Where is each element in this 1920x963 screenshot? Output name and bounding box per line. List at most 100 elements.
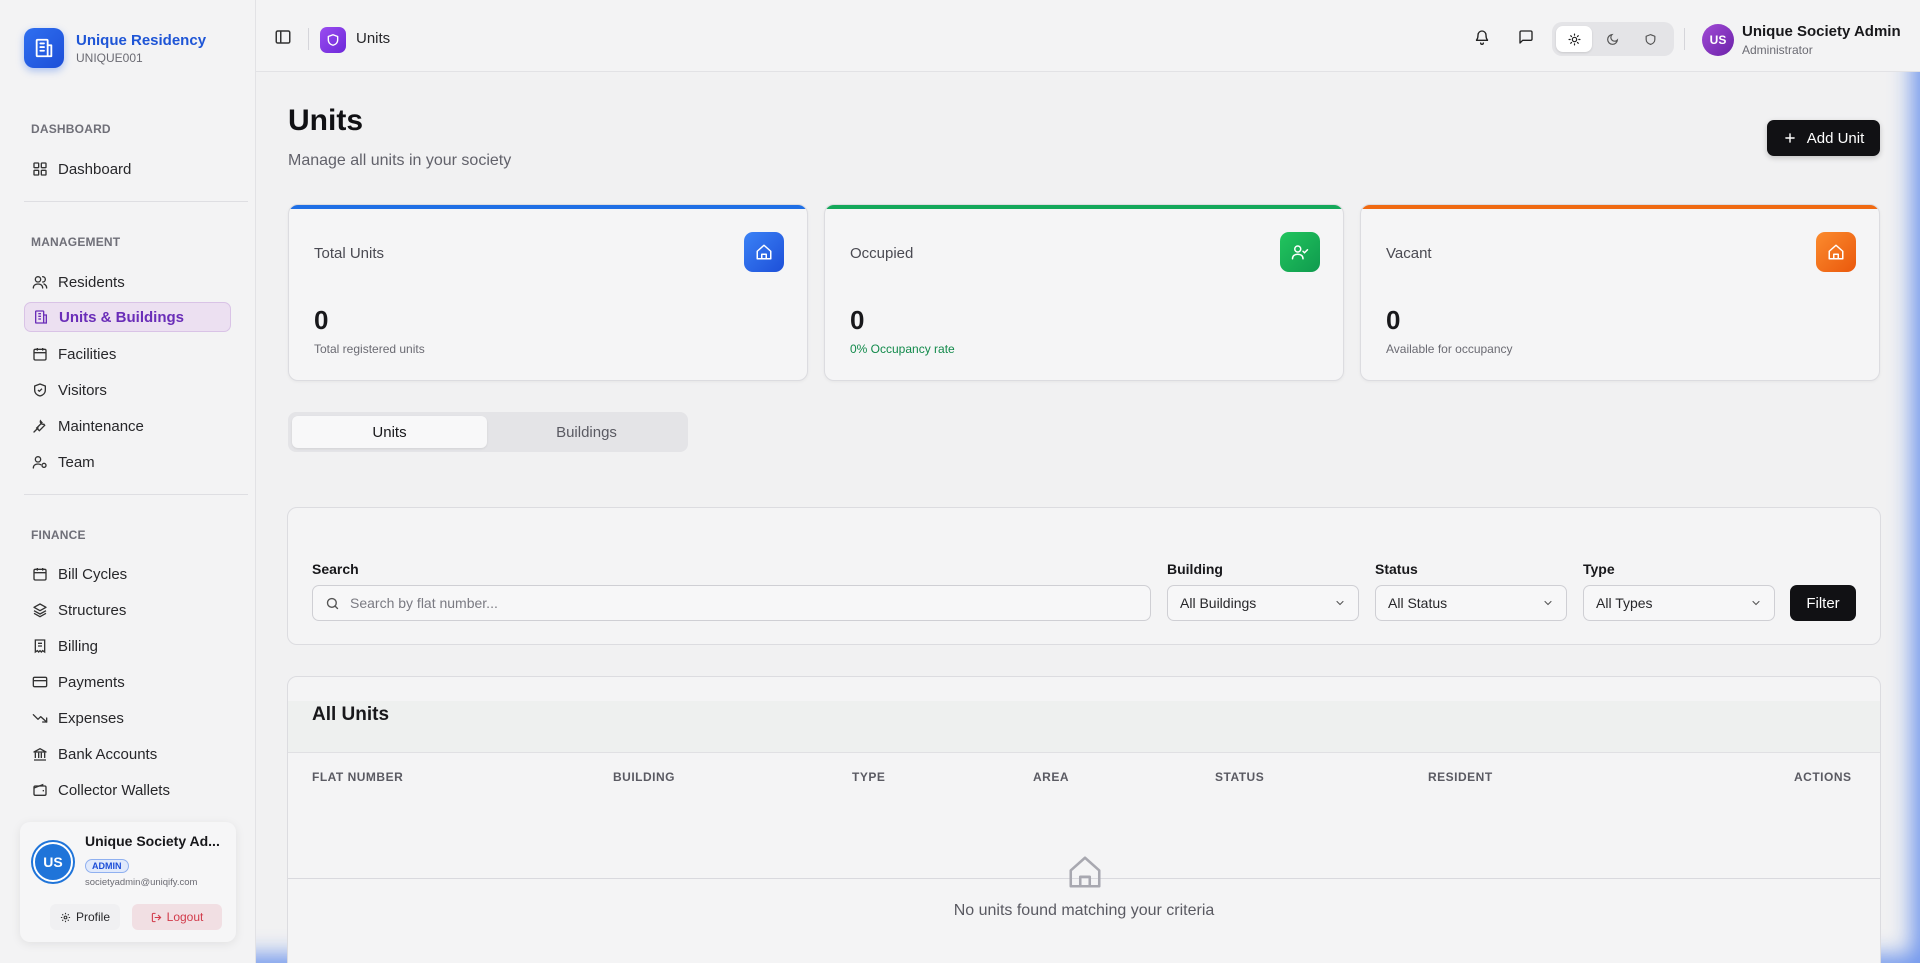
stat-label: Total Units	[314, 245, 385, 262]
building-select[interactable]: All Buildings	[1167, 585, 1359, 621]
moon-icon	[1606, 33, 1618, 45]
sidebar-item-payments[interactable]: Payments	[24, 667, 231, 697]
avatar[interactable]: US	[1702, 24, 1734, 56]
messages-button[interactable]	[1518, 29, 1534, 50]
column-header[interactable]: FLAT NUMBER	[312, 770, 403, 784]
building-icon	[35, 310, 47, 324]
stat-label: Vacant	[1386, 245, 1432, 262]
sidebar-item-label: Bill Cycles	[58, 565, 128, 583]
stat-note: 0% Occupancy rate	[850, 342, 955, 356]
receipt-icon	[34, 639, 46, 654]
topbar-divider	[308, 28, 309, 50]
shield-theme-button[interactable]	[1632, 26, 1668, 52]
nav-section-management: MANAGEMENT	[31, 235, 121, 249]
brand-code: UNIQUE001	[76, 50, 143, 65]
sidebar-item-residents[interactable]: Residents	[24, 267, 231, 297]
topbar-user-role: Administrator	[1742, 43, 1813, 57]
stat-card-vacant: Vacant 0 Available for occupancy	[1360, 204, 1880, 381]
logout-button[interactable]: Logout	[132, 904, 222, 930]
add-unit-button[interactable]: Add Unit	[1767, 120, 1880, 156]
sidebar-item-label: Facilities	[58, 345, 117, 363]
sidebar-item-label: Maintenance	[58, 417, 144, 435]
sidebar-item-units-buildings[interactable]: Units & Buildings	[24, 302, 231, 332]
column-header[interactable]: TYPE	[852, 770, 885, 784]
role-badge: ADMIN	[85, 859, 129, 873]
tab-buildings[interactable]: Buildings	[489, 416, 684, 448]
stat-note: Available for occupancy	[1386, 342, 1513, 356]
empty-home-icon	[1066, 853, 1104, 896]
calendar-icon	[33, 568, 47, 581]
stat-value: 0	[314, 305, 329, 335]
stat-value: 0	[850, 305, 865, 335]
tab-units[interactable]: Units	[292, 416, 487, 448]
sidebar-item-label: Residents	[58, 273, 125, 291]
add-unit-label: Add Unit	[1806, 129, 1865, 147]
topbar-user-name[interactable]: Unique Society Admin	[1742, 23, 1901, 40]
layers-icon	[33, 603, 47, 618]
sidebar-item-maintenance[interactable]: Maintenance	[24, 411, 231, 441]
status-select[interactable]: All Status	[1375, 585, 1567, 621]
sidebar-item-bank-accounts[interactable]: Bank Accounts	[24, 739, 231, 769]
sidebar-item-bill-cycles[interactable]: Bill Cycles	[24, 559, 231, 589]
sidebar-item-label: Billing	[58, 637, 99, 655]
profile-button[interactable]: Profile	[50, 904, 120, 930]
page-subtitle: Manage all units in your society	[288, 152, 512, 169]
user-card: US Unique Society Ad... ADMIN societyadm…	[20, 822, 236, 942]
sidebar-item-label: Visitors	[58, 381, 107, 399]
brand[interactable]: Unique Residency UNIQUE001	[24, 28, 206, 68]
column-header[interactable]: BUILDING	[613, 770, 675, 784]
sidebar-item-structures[interactable]: Structures	[24, 595, 231, 625]
sidebar-item-facilities[interactable]: Facilities	[24, 339, 231, 369]
page-title: Units	[288, 104, 363, 137]
view-tabs: Units Buildings	[288, 412, 688, 452]
sidebar-item-team[interactable]: Team	[24, 447, 231, 477]
light-theme-button[interactable]	[1556, 26, 1592, 52]
notifications-button[interactable]	[1474, 29, 1490, 50]
stat-value: 0	[1386, 305, 1401, 335]
chevron-down-icon	[1752, 600, 1760, 606]
trending-down-icon	[32, 714, 48, 723]
grid-icon	[33, 162, 47, 176]
sidebar: Unique Residency UNIQUE001 DASHBOARD Das…	[0, 0, 256, 963]
sidebar-item-visitors[interactable]: Visitors	[24, 375, 231, 405]
sidebar-toggle-button[interactable]	[274, 28, 292, 51]
home-icon	[744, 232, 784, 272]
user-name: Unique Society Ad...	[85, 833, 220, 849]
message-icon	[1519, 30, 1533, 44]
table-header-bar	[288, 701, 1880, 753]
topbar-divider	[1684, 28, 1685, 50]
building-logo-icon	[24, 28, 64, 68]
sidebar-item-billing[interactable]: Billing	[24, 631, 231, 661]
users-icon	[32, 276, 48, 289]
nav-section-dashboard: DASHBOARD	[31, 122, 111, 136]
accent-bar	[825, 205, 1343, 209]
filter-button[interactable]: Filter	[1790, 585, 1856, 621]
search-box	[312, 585, 1151, 621]
column-header[interactable]: STATUS	[1215, 770, 1264, 784]
calendar-icon	[33, 348, 47, 361]
search-label: Search	[312, 561, 359, 577]
sidebar-item-label: Collector Wallets	[58, 781, 170, 799]
sidebar-item-collector-wallets[interactable]: Collector Wallets	[24, 775, 231, 805]
sidebar-divider	[24, 201, 248, 202]
search-input[interactable]	[350, 595, 1110, 611]
dark-theme-button[interactable]	[1594, 26, 1630, 52]
column-header: ACTIONS	[1794, 770, 1852, 784]
sidebar-item-dashboard[interactable]: Dashboard	[24, 154, 231, 184]
wrench-icon	[33, 419, 46, 433]
sidebar-item-expenses[interactable]: Expenses	[24, 703, 231, 733]
column-header[interactable]: RESIDENT	[1428, 770, 1493, 784]
logout-label: Logout	[166, 910, 204, 924]
building-select-value: All Buildings	[1180, 595, 1257, 611]
avatar[interactable]: US	[33, 842, 73, 882]
table-title: All Units	[312, 704, 390, 725]
accent-bar	[289, 205, 807, 209]
breadcrumb: Units	[356, 30, 391, 47]
shield-icon	[320, 27, 346, 53]
topbar: Units US Unique Society Admin Administra…	[256, 0, 1920, 72]
sidebar-divider	[24, 494, 248, 495]
sidebar-item-label: Expenses	[58, 709, 124, 727]
column-header[interactable]: AREA	[1033, 770, 1069, 784]
plus-icon	[1784, 133, 1795, 143]
type-select[interactable]: All Types	[1583, 585, 1775, 621]
